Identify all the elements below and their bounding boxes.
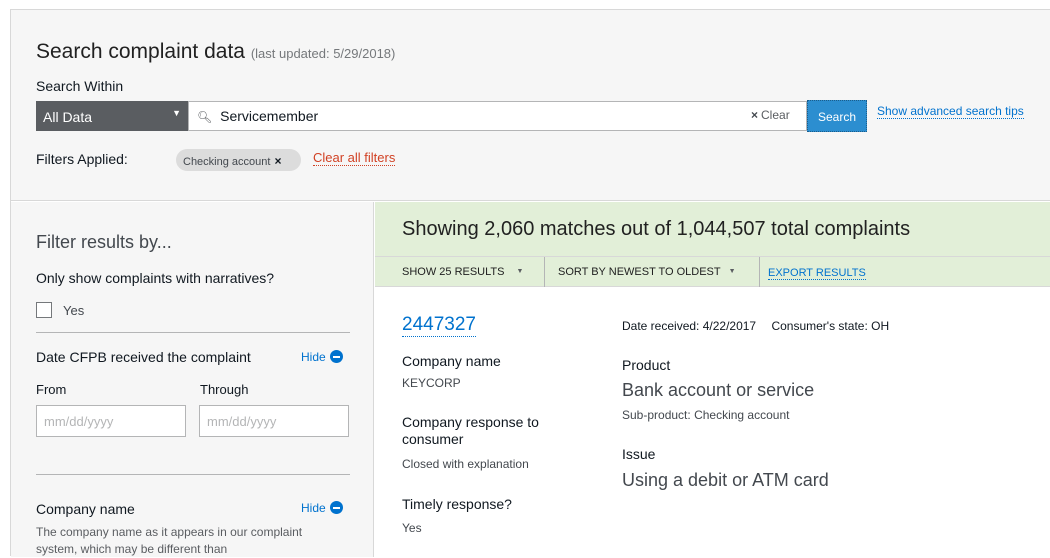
company-hide-toggle[interactable]: Hide (301, 501, 343, 515)
issue-label: Issue (622, 446, 656, 462)
narratives-checkbox[interactable] (36, 302, 52, 318)
results-summary: Showing 2,060 matches out of 1,044,507 t… (402, 218, 911, 240)
toolbar-separator (544, 257, 545, 287)
date-section-title: Date CFPB received the complaint (36, 349, 251, 365)
state-value: OH (871, 319, 890, 333)
timely-response-label: Timely response? (402, 496, 512, 512)
company-response-label: Company response to consumer (402, 414, 539, 447)
search-scope-value: All Data (43, 109, 93, 125)
filter-pill-label: Checking account (183, 156, 271, 168)
company-name-value: KEYCORP (402, 376, 461, 390)
from-date-input[interactable]: mm/dd/yyyy (36, 405, 186, 437)
close-icon: × (751, 108, 759, 122)
page-title-text: Search complaint data (36, 40, 245, 63)
narratives-yes-label[interactable]: Yes (63, 303, 84, 318)
caret-down-icon: ▼ (728, 268, 736, 275)
date-received-label: Date received: (622, 319, 700, 333)
hide-label: Hide (301, 350, 326, 364)
company-section-description: The company name as it appears in our co… (36, 525, 303, 556)
filter-sidebar: Filter results by... Only show complaint… (11, 202, 374, 557)
filter-sidebar-title: Filter results by... (36, 232, 172, 252)
search-icon: 🔍︎ (197, 110, 213, 124)
page-frame: Search complaint data (last updated: 5/2… (10, 9, 1050, 557)
from-label: From (36, 382, 67, 397)
sort-label: SORT BY NEWEST TO OLDEST (558, 266, 721, 278)
state-label: Consumer's state: (771, 319, 868, 333)
minus-circle-icon (329, 501, 343, 514)
search-scope-select[interactable]: All Data ▼ (36, 101, 188, 131)
filter-pill-checking-account[interactable]: Checking account × (176, 149, 301, 171)
search-query: Servicemember (220, 108, 319, 124)
date-hide-toggle[interactable]: Hide (301, 350, 343, 364)
date-received-row: Date received: 4/22/2017 Consumer's stat… (622, 319, 889, 333)
show-results-label: SHOW 25 RESULTS (402, 266, 505, 278)
company-section-title: Company name (36, 501, 135, 517)
advanced-search-tips-link[interactable]: Show advanced search tips (877, 104, 1024, 119)
divider (36, 474, 350, 475)
show-results-dropdown[interactable]: SHOW 25 RESULTS ▼ (402, 257, 523, 287)
sub-product-row: Sub-product: Checking account (622, 408, 789, 422)
search-within-label: Search Within (36, 78, 124, 94)
through-date-input[interactable]: mm/dd/yyyy (199, 405, 349, 437)
divider (36, 332, 350, 333)
sub-product-value: Checking account (694, 408, 790, 422)
sub-product-label: Sub-product: (622, 408, 691, 422)
issue-value: Using a debit or ATM card (622, 470, 829, 490)
company-name-label: Company name (402, 353, 501, 369)
caret-down-icon: ▼ (516, 268, 524, 275)
last-updated: (last updated: 5/29/2018) (250, 46, 396, 61)
date-received-value: 4/22/2017 (702, 319, 757, 333)
search-input[interactable]: 🔍︎ Servicemember (188, 101, 807, 131)
sort-dropdown[interactable]: SORT BY NEWEST TO OLDEST ▼ (558, 257, 736, 287)
clear-search-button[interactable]: × Clear (751, 108, 790, 122)
results-summary-bar: Showing 2,060 matches out of 1,044,507 t… (375, 202, 1050, 257)
filters-applied-label: Filters Applied: (36, 151, 128, 167)
narratives-question: Only show complaints with narratives? (36, 270, 275, 286)
product-value: Bank account or service (622, 380, 815, 400)
timely-response-value: Yes (402, 521, 422, 535)
hide-label: Hide (301, 501, 326, 515)
results-toolbar: SHOW 25 RESULTS ▼ SORT BY NEWEST TO OLDES… (375, 257, 1050, 287)
through-label: Through (200, 382, 249, 397)
complaint-id-link[interactable]: 2447327 (402, 314, 476, 337)
minus-circle-icon (329, 350, 343, 363)
search-button[interactable]: Search (807, 100, 867, 132)
company-response-value: Closed with explanation (402, 457, 529, 471)
search-panel: Search complaint data (last updated: 5/2… (11, 10, 1050, 201)
product-label: Product (622, 357, 671, 373)
export-results-link[interactable]: EXPORT RESULTS (768, 267, 866, 280)
clear-all-filters-link[interactable]: Clear all filters (313, 150, 396, 166)
clear-label: Clear (761, 108, 790, 122)
page-title: Search complaint data (last updated: 5/2… (36, 40, 395, 64)
caret-down-icon: ▼ (172, 108, 181, 118)
toolbar-separator (759, 257, 760, 287)
remove-filter-icon[interactable]: × (274, 154, 281, 168)
